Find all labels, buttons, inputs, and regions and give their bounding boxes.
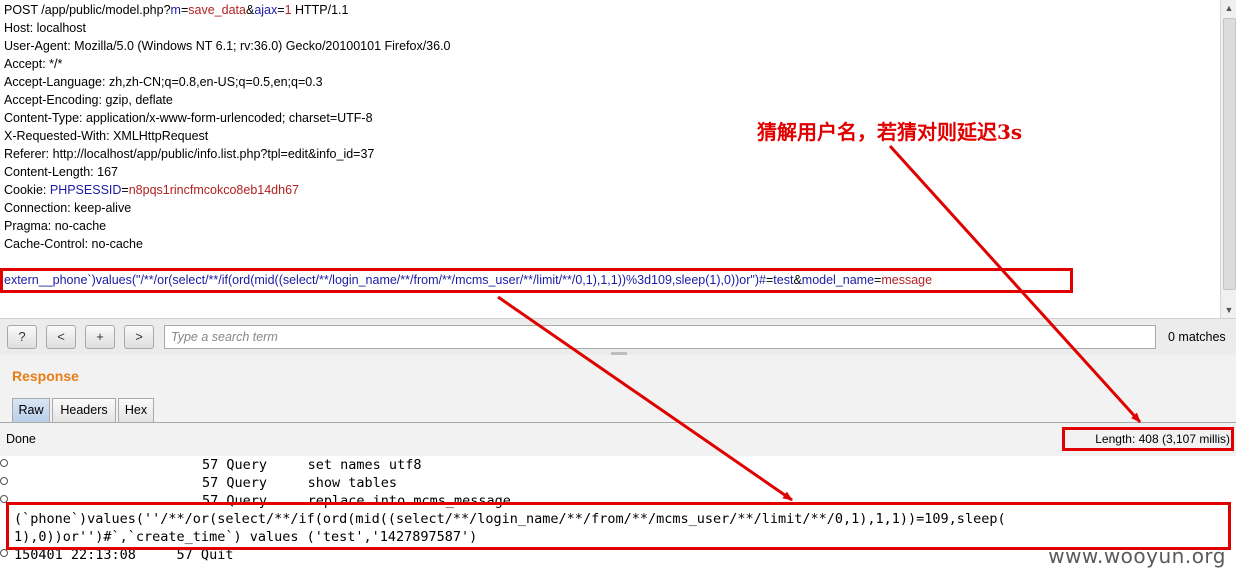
request-line: Accept-Encoding: gzip, deflate [4,91,173,109]
tab-raw[interactable]: Raw [12,398,50,422]
request-token: Pragma: no-cache [4,219,107,233]
tab-divider [0,422,1236,423]
request-token: POST /app/public/model.php? [4,3,171,17]
log-line: 57 Query show tables [202,475,398,491]
request-scrollbar[interactable]: ▲ ▼ [1220,0,1236,318]
payload-highlight-box [0,268,1073,293]
request-token: Referer: http://localhost/app/public/inf… [4,147,375,161]
search-input[interactable]: Type a search term [164,325,1156,349]
request-line: Accept: */* [4,55,62,73]
request-token: Accept-Encoding: gzip, deflate [4,93,173,107]
search-bar: ? < + > Type a search term 0 matches [0,318,1236,355]
request-line: User-Agent: Mozilla/5.0 (Windows NT 6.1;… [4,37,451,55]
request-line: Referer: http://localhost/app/public/inf… [4,145,374,163]
request-token: PHPSESSID [49,183,122,197]
request-token: = [121,183,129,197]
request-token: Content-Type: application/x-www-form-url… [4,111,373,125]
request-token: m [170,3,181,17]
next-button[interactable]: > [124,325,154,349]
request-line: X-Requested-With: XMLHttpRequest [4,127,208,145]
next-options-button[interactable]: + [85,325,115,349]
request-token: Cookie: [4,183,50,197]
request-token: HTTP/1.1 [291,3,349,17]
annotation-text: 猜解用户名，若猜对则延迟3s [757,120,1023,144]
log-line: 57 Query set names utf8 [202,457,422,473]
help-button[interactable]: ? [7,325,37,349]
previous-button[interactable]: < [46,325,76,349]
tab-hex[interactable]: Hex [118,398,154,422]
request-line: POST /app/public/model.php?m=save_data&a… [4,1,348,19]
request-token: ajax [254,3,278,17]
request-line: Pragma: no-cache [4,217,106,235]
request-token: Accept: */* [4,57,63,71]
length-highlight-box [1062,427,1234,451]
match-count: 0 matches [1168,330,1226,344]
response-panel: Response Raw Headers Hex Done Length: 40… [0,355,1236,456]
request-token: User-Agent: Mozilla/5.0 (Windows NT 6.1;… [4,39,451,53]
status-text: Done [6,432,36,446]
request-token: save_data [188,3,246,17]
request-line: Content-Type: application/x-www-form-url… [4,109,373,127]
gutter-marker-icon [0,477,8,485]
response-title: Response [12,368,79,384]
request-token: Accept-Language: zh,zh-CN;q=0.8,en-US;q=… [4,75,323,89]
request-line: Accept-Language: zh,zh-CN;q=0.8,en-US;q=… [4,73,323,91]
sql-highlight-box [6,502,1231,550]
request-token: Content-Length: 167 [4,165,118,179]
scroll-up-arrow-icon[interactable]: ▲ [1224,3,1234,13]
request-token: Cache-Control: no-cache [4,237,143,251]
scroll-thumb[interactable] [1223,18,1236,290]
request-line: Connection: keep-alive [4,199,131,217]
request-line: Cookie: PHPSESSID=n8pqs1rincfmcokco8eb14… [4,181,299,199]
scroll-down-arrow-icon[interactable]: ▼ [1224,305,1234,315]
request-line: Content-Length: 167 [4,163,118,181]
request-token: X-Requested-With: XMLHttpRequest [4,129,209,143]
gutter-marker-icon [0,459,8,467]
request-token: Host: localhost [4,21,86,35]
request-token: 1 [284,3,292,17]
tab-headers[interactable]: Headers [52,398,116,422]
request-line: Cache-Control: no-cache [4,235,143,253]
gutter-marker-icon [0,549,8,557]
request-token: n8pqs1rincfmcokco8eb14dh67 [128,183,299,197]
request-line: Host: localhost [4,19,86,37]
request-token: = [277,3,285,17]
request-token: Connection: keep-alive [4,201,132,215]
